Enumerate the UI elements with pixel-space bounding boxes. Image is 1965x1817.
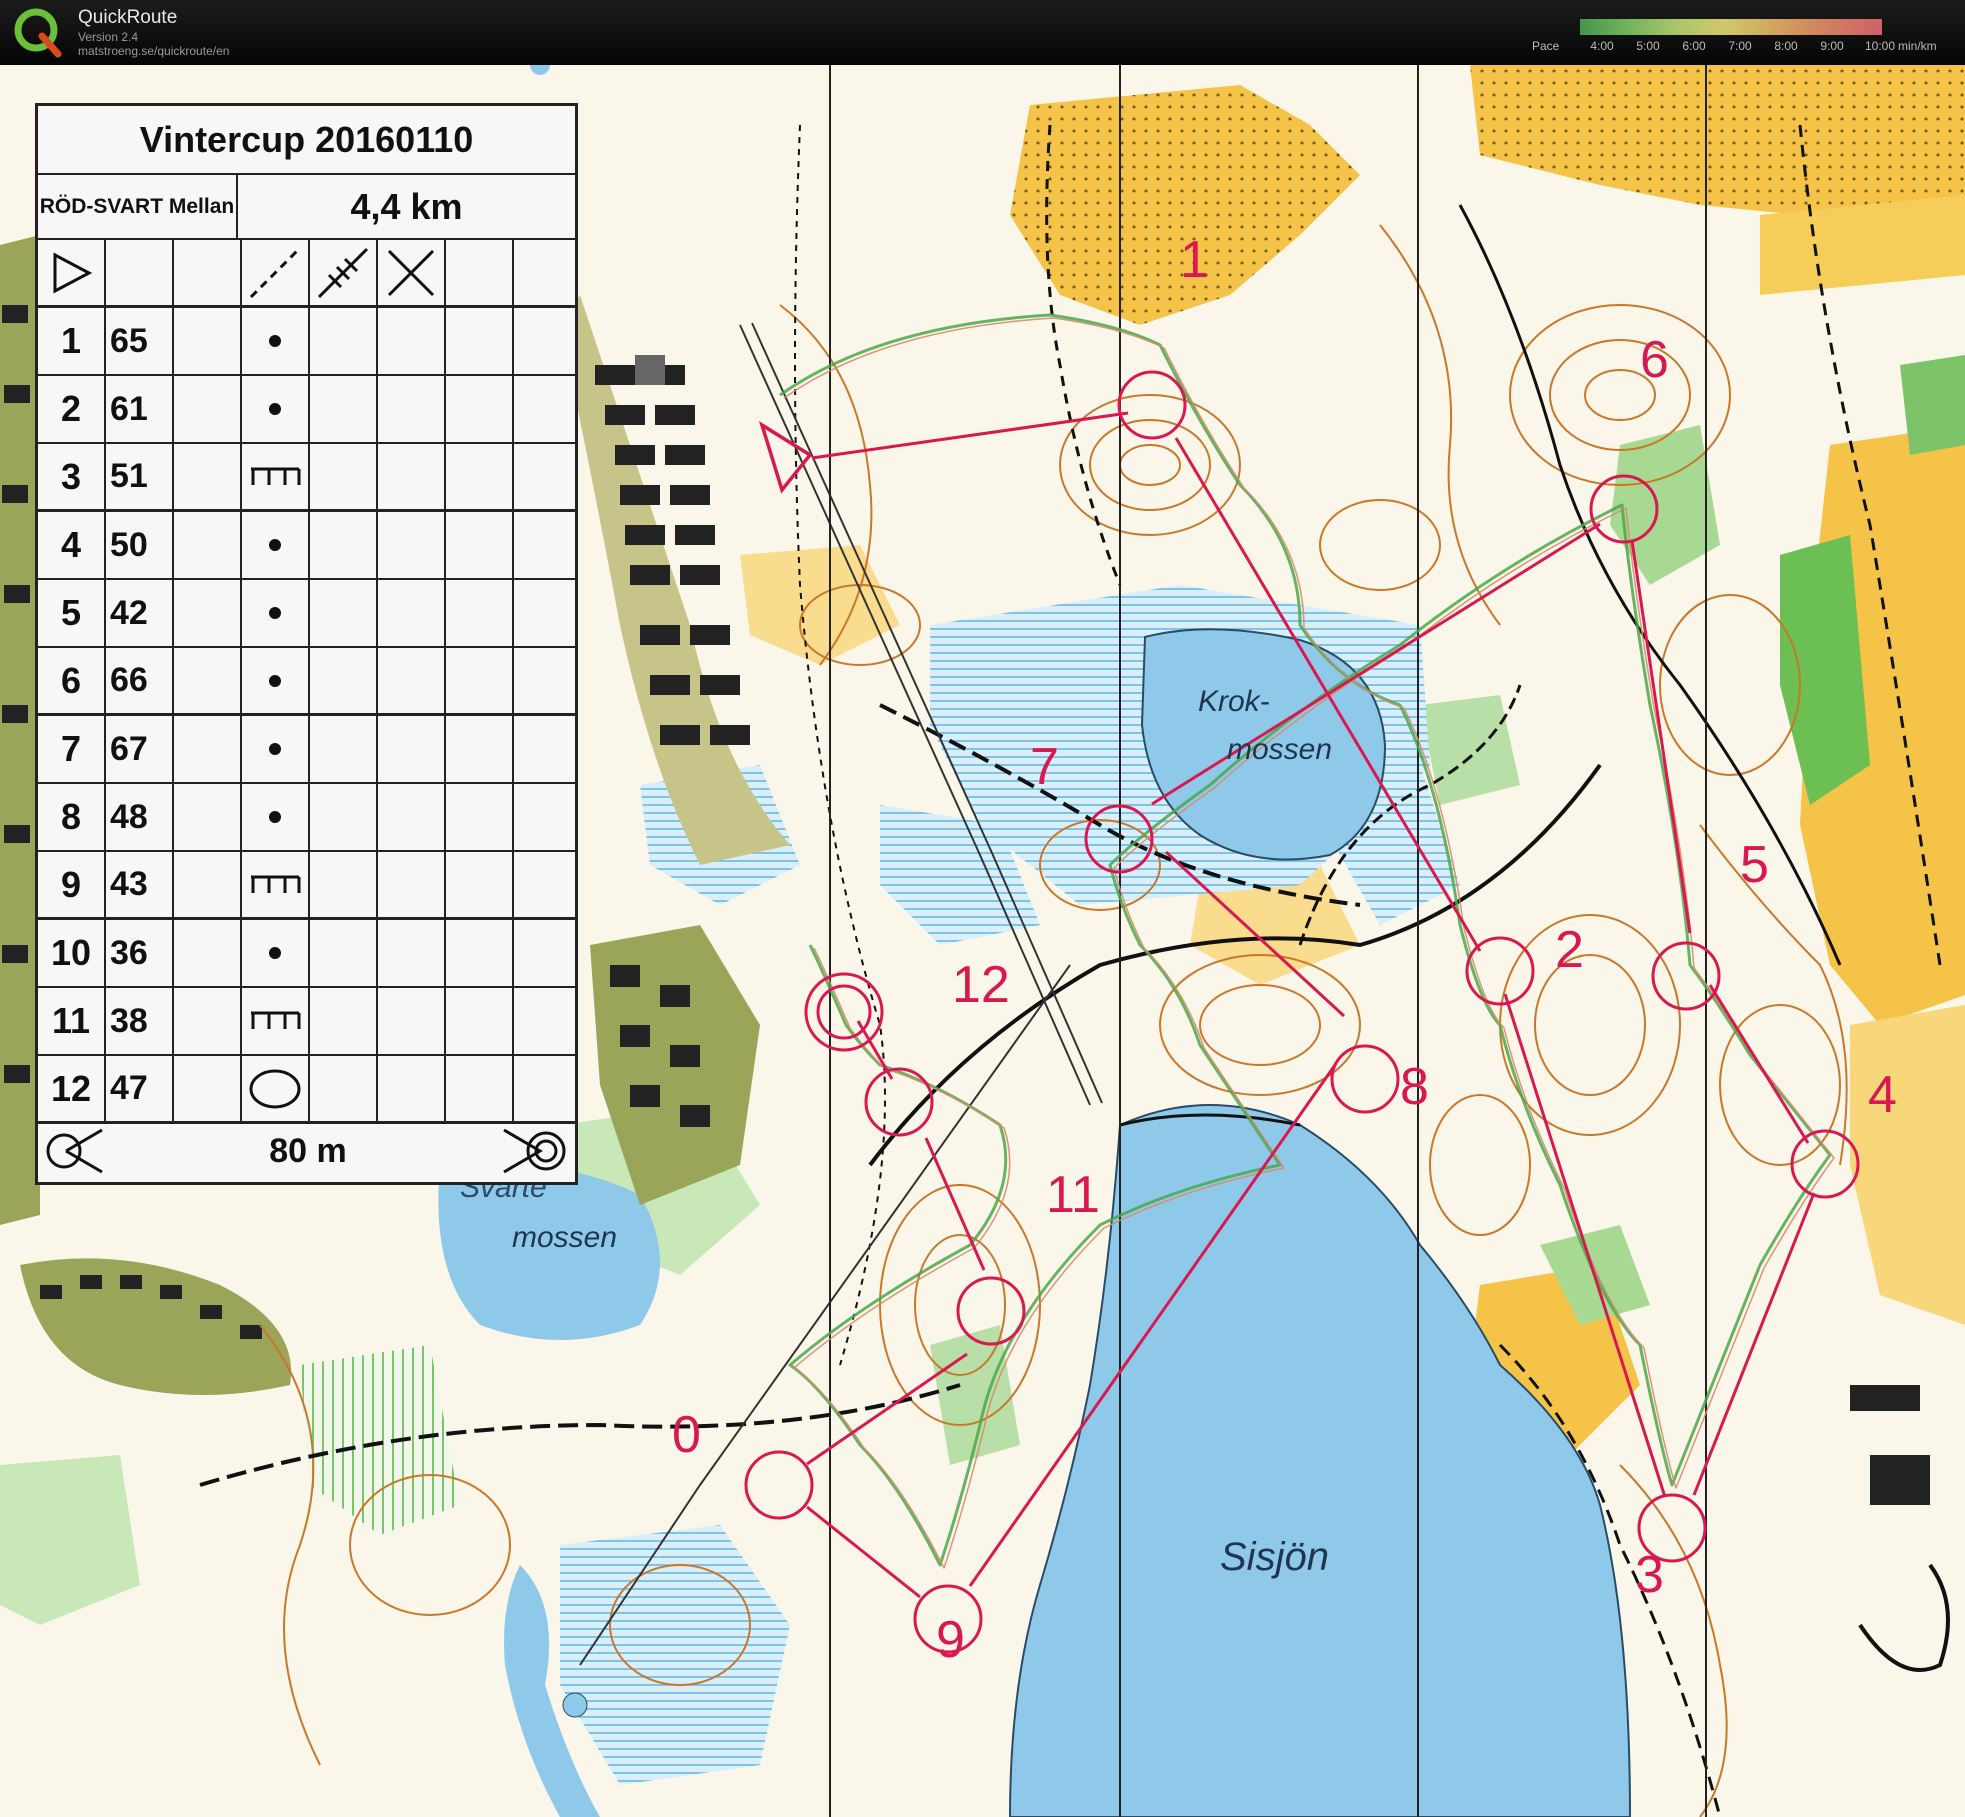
dot-feature-icon: [242, 716, 310, 782]
control-number: 12: [952, 956, 1010, 1014]
control-code: 48: [106, 784, 174, 850]
dot-feature-icon: [242, 648, 310, 713]
control-code: 43: [106, 852, 174, 917]
lake-label-sisjon: Sisjön: [1220, 1535, 1329, 1579]
control-number: 3: [1635, 1546, 1664, 1604]
control-sequence-number: 1: [38, 308, 106, 374]
finish-icon: [503, 1128, 566, 1174]
control-sequence-number: 2: [38, 376, 106, 442]
control-code: 51: [106, 444, 174, 509]
control-number: 1: [1180, 231, 1209, 289]
control-row: 7 67: [38, 716, 575, 784]
course-class: RÖD-SVART Mellan: [38, 173, 238, 240]
control-number: 9: [936, 1611, 965, 1669]
course-length: 4,4 km: [238, 173, 575, 240]
control-row: 8 48: [38, 784, 575, 852]
dot-feature-icon: [242, 920, 310, 986]
control-code: 65: [106, 308, 174, 374]
dot-feature-icon: [242, 308, 310, 374]
control-sequence-number: 10: [38, 920, 106, 986]
path-icon: [242, 240, 310, 305]
control-code: 36: [106, 920, 174, 986]
control-description-card: Vintercup 20160110 RÖD-SVART Mellan 4,4 …: [35, 103, 578, 1185]
dot-feature-icon: [242, 580, 310, 646]
pace-tick: 8:00: [1774, 39, 1798, 53]
control-row: 11 38: [38, 988, 575, 1056]
control-sequence-number: 7: [38, 716, 106, 782]
lake-label-svarte-2: mossen: [512, 1221, 618, 1254]
oval-feature-icon: [242, 1056, 310, 1121]
control-sequence-number: 5: [38, 580, 106, 646]
app-url[interactable]: matstroeng.se/quickroute/en: [78, 44, 229, 58]
symbol-header-row: [38, 240, 575, 308]
control-row: 10 36: [38, 920, 575, 988]
control-row: 3 51: [38, 444, 575, 512]
control-code: 42: [106, 580, 174, 646]
pace-tick: 9:00: [1820, 39, 1844, 53]
quickroute-logo-icon: [14, 8, 62, 58]
control-sequence-number: 3: [38, 444, 106, 509]
control-sequence-number: 11: [38, 988, 106, 1054]
control-code: 47: [106, 1056, 174, 1121]
control-number: 11: [1046, 1166, 1100, 1224]
control-code: 67: [106, 716, 174, 782]
pace-tick: 10:00: [1864, 39, 1896, 53]
control-code: 61: [106, 376, 174, 442]
dot-feature-icon: [242, 376, 310, 442]
control-sequence-number: 8: [38, 784, 106, 850]
control-row: 9 43: [38, 852, 575, 920]
control-number: 6: [1640, 331, 1669, 389]
control-row: 2 61: [38, 376, 575, 444]
start-triangle-icon: [38, 240, 106, 305]
control-code: 66: [106, 648, 174, 713]
crossing-icon: [310, 240, 378, 305]
pace-legend-ticks: 4:00 5:00 6:00 7:00 8:00 9:00 10:00: [1580, 39, 1910, 55]
control-number: 2: [1555, 921, 1584, 979]
pace-color-scale: [1580, 19, 1882, 35]
finish-row: 80 m: [38, 1120, 575, 1182]
earth-bank-icon: [242, 852, 310, 917]
dot-feature-icon: [242, 512, 310, 578]
app-version: Version 2.4: [78, 30, 139, 44]
control-code: 38: [106, 988, 174, 1054]
earth-bank-icon: [242, 444, 310, 509]
pace-legend-unit: min/km: [1898, 39, 1937, 53]
app-title-bar: QuickRoute Version 2.4 matstroeng.se/qui…: [0, 0, 1965, 65]
control-sequence-number: 6: [38, 648, 106, 713]
control-sequence-number: 4: [38, 512, 106, 578]
control-code: 50: [106, 512, 174, 578]
control-sequence-number: 12: [38, 1056, 106, 1121]
pace-tick: 6:00: [1682, 39, 1706, 53]
finish-distance: 80 m: [269, 1132, 347, 1170]
pace-tick: 5:00: [1636, 39, 1660, 53]
control-row: 12 47: [38, 1056, 575, 1124]
control-number: 0: [672, 1406, 701, 1464]
control-number: 5: [1740, 836, 1769, 894]
pace-legend-label: Pace: [1532, 39, 1560, 53]
control-row: 1 65: [38, 308, 575, 376]
app-name: QuickRoute: [78, 7, 178, 28]
pace-tick: 4:00: [1590, 39, 1614, 53]
control-number: 8: [1400, 1058, 1429, 1116]
earth-bank-icon: [242, 988, 310, 1054]
control-sequence-number: 9: [38, 852, 106, 917]
control-row: 5 42: [38, 580, 575, 648]
finish-from-control-icon: [46, 1128, 103, 1174]
dot-feature-icon: [242, 784, 310, 850]
control-row: 6 66: [38, 648, 575, 716]
event-title: Vintercup 20160110: [38, 106, 575, 175]
control-number: 7: [1030, 738, 1059, 796]
pace-tick: 7:00: [1728, 39, 1752, 53]
lake-label-krok-1: Krok-: [1198, 685, 1270, 718]
cross-icon: [378, 240, 446, 305]
control-row: 4 50: [38, 512, 575, 580]
lake-label-krok-2: mossen: [1227, 733, 1333, 766]
control-number: 4: [1868, 1066, 1897, 1124]
